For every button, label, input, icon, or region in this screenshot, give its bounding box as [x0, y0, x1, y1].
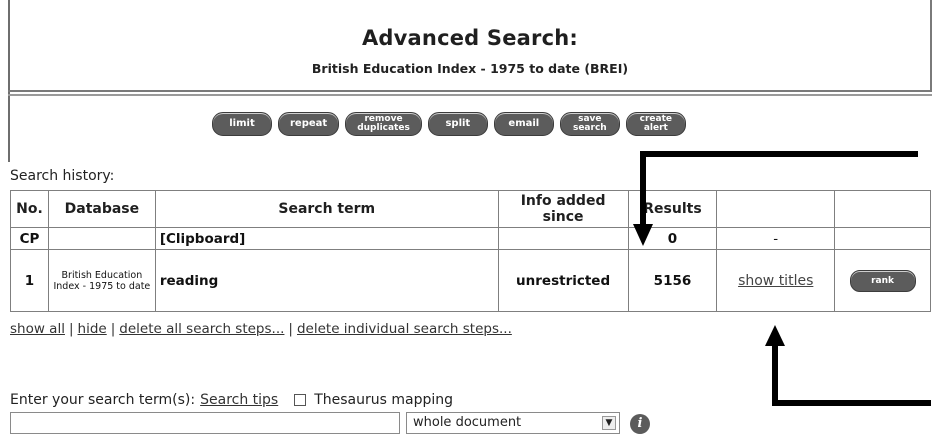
show-titles-link[interactable]: show titles — [738, 273, 813, 289]
bottom-callout-arrowhead — [765, 325, 785, 346]
column-header-search-term: Search term — [154, 190, 499, 228]
show-all-link[interactable]: show all — [10, 321, 65, 337]
cell-database: British Education Index - 1975 to date — [47, 249, 156, 312]
search-scope-select[interactable]: whole document ▼ — [406, 412, 620, 434]
save-search-label-2: search — [572, 123, 607, 133]
hide-link[interactable]: hide — [78, 321, 107, 337]
page-subtitle: British Education Index - 1975 to date (… — [311, 61, 629, 76]
cell-database — [47, 227, 156, 250]
search-prompt-label: Enter your search term(s): — [10, 392, 196, 408]
delete-all-steps-link[interactable]: delete all search steps... — [119, 321, 284, 337]
search-tips-link[interactable]: Search tips — [200, 392, 278, 408]
chevron-down-icon: ▼ — [602, 416, 616, 430]
cell-titles: show titles — [716, 249, 836, 312]
thesaurus-mapping-label: Thesaurus mapping — [314, 392, 454, 408]
cell-no: 1 — [10, 249, 49, 312]
split-button[interactable]: split — [427, 112, 488, 136]
column-header-titles — [716, 190, 836, 228]
save-search-button[interactable]: save search — [559, 112, 620, 136]
search-history-label: Search history: — [10, 168, 115, 184]
action-toolbar: limit repeat remove duplicates split ema… — [212, 110, 686, 138]
repeat-button[interactable]: repeat — [278, 112, 340, 136]
separator: | — [68, 321, 74, 337]
cell-search-term: reading — [154, 249, 499, 312]
header-divider — [8, 94, 932, 96]
header-panel: Advanced Search: British Education Index… — [8, 0, 932, 92]
rank-button[interactable]: rank — [849, 269, 916, 292]
column-header-no: No. — [10, 190, 49, 228]
cell-rank — [834, 227, 931, 250]
remove-duplicates-label-2: duplicates — [357, 123, 410, 133]
create-alert-label-2: alert — [643, 123, 668, 133]
column-header-rank — [834, 190, 931, 228]
search-entry-row: Enter your search term(s): Search tips T… — [10, 392, 453, 408]
bottom-callout-arrow-line — [772, 335, 931, 406]
cell-results: 5156 — [627, 249, 718, 312]
table-row: CP [Clipboard] 0 - — [10, 227, 931, 250]
create-alert-button[interactable]: create alert — [625, 112, 686, 136]
limit-button[interactable]: limit — [212, 112, 272, 136]
search-scope-value: whole document — [413, 415, 522, 430]
search-input[interactable] — [10, 412, 400, 434]
separator: | — [110, 321, 116, 337]
cell-no: CP — [10, 227, 49, 250]
cell-rank: rank — [834, 249, 931, 312]
email-button[interactable]: email — [493, 112, 554, 136]
cell-titles: - — [716, 227, 836, 250]
remove-duplicates-button[interactable]: remove duplicates — [345, 112, 422, 136]
history-actions: show all | hide | delete all search steps...… — [10, 321, 512, 337]
separator: | — [288, 321, 293, 337]
cell-info-added: unrestricted — [497, 249, 629, 312]
table-row: 1 British Education Index - 1975 to date… — [10, 249, 931, 312]
table-header-row: No. Database Search term Info added sinc… — [10, 190, 931, 228]
delete-individual-steps-link[interactable]: delete individual search steps... — [297, 321, 512, 337]
cell-info-added — [497, 227, 629, 250]
cell-search-term: [Clipboard] — [154, 227, 499, 250]
search-history-table: No. Database Search term Info added sinc… — [10, 190, 931, 312]
column-header-database: Database — [47, 190, 156, 228]
thesaurus-mapping-checkbox[interactable] — [294, 394, 307, 406]
cell-results: 0 — [627, 227, 718, 250]
page-title: Advanced Search: — [361, 26, 579, 50]
info-icon[interactable]: i — [630, 414, 650, 434]
column-header-info-added: Info added since — [497, 190, 629, 228]
column-header-results: Results — [627, 190, 718, 228]
advanced-search-page: Advanced Search: British Education Index… — [0, 0, 933, 434]
